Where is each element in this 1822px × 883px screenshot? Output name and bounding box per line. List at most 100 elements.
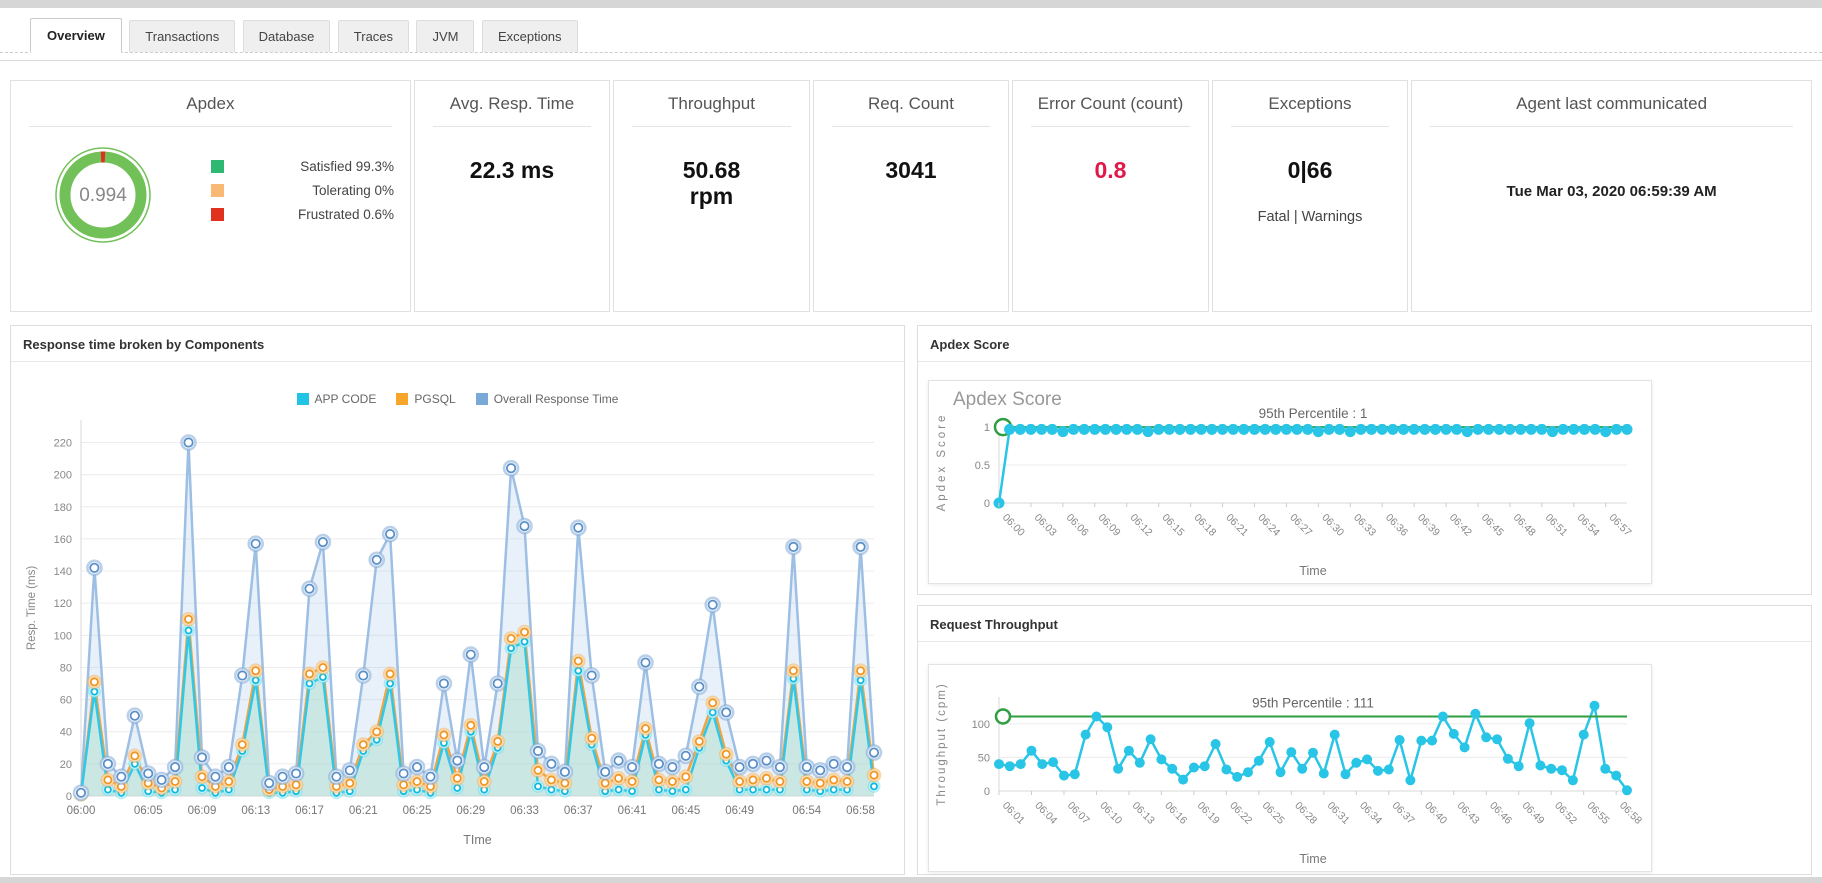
svg-text:100: 100 bbox=[972, 719, 990, 731]
svg-text:06:12: 06:12 bbox=[1128, 512, 1155, 539]
svg-text:06:34: 06:34 bbox=[1357, 800, 1384, 827]
kpi-title: Error Count (count) bbox=[1037, 94, 1184, 113]
pgsql-swatch bbox=[396, 393, 409, 405]
tolerating-label: Tolerating 0% bbox=[312, 183, 394, 198]
svg-text:200: 200 bbox=[54, 470, 72, 482]
throughput-unit: rpm bbox=[689, 183, 734, 210]
svg-text:TIme: TIme bbox=[463, 833, 492, 847]
satisfied-label: Satisfied 99.3% bbox=[300, 159, 394, 174]
tab-overview[interactable]: Overview bbox=[30, 18, 122, 53]
svg-text:06:41: 06:41 bbox=[618, 805, 647, 817]
svg-text:06:51: 06:51 bbox=[1543, 512, 1570, 539]
svg-text:40: 40 bbox=[60, 727, 72, 739]
svg-text:06:10: 06:10 bbox=[1097, 800, 1124, 827]
bottom-strip bbox=[0, 877, 1822, 883]
svg-text:06:45: 06:45 bbox=[1479, 512, 1506, 539]
tab-bar: Overview Transactions Database Traces JV… bbox=[0, 8, 1822, 53]
svg-text:1: 1 bbox=[984, 422, 990, 434]
components-panel: Response time broken by Components APP C… bbox=[10, 325, 905, 875]
svg-text:160: 160 bbox=[54, 534, 72, 546]
legend-row-satisfied: Satisfied 99.3% bbox=[211, 159, 394, 174]
svg-text:Resp. Time (ms): Resp. Time (ms) bbox=[26, 566, 38, 651]
svg-text:06:03: 06:03 bbox=[1032, 512, 1059, 539]
svg-text:06:55: 06:55 bbox=[1585, 800, 1612, 827]
svg-text:0: 0 bbox=[66, 791, 72, 803]
svg-text:06:07: 06:07 bbox=[1065, 800, 1092, 827]
kpi-card-exceptions: Exceptions 0|66 Fatal | Warnings bbox=[1211, 80, 1409, 312]
svg-text:50: 50 bbox=[978, 752, 990, 764]
kpi-card-agent-last-communicated: Agent last communicated Tue Mar 03, 2020… bbox=[1411, 80, 1812, 312]
exceptions-value: 0|66 bbox=[1287, 157, 1333, 183]
overall-label: Overall Response Time bbox=[493, 392, 619, 406]
avg-resp-value: 22.3 ms bbox=[469, 157, 555, 183]
apdex-score-chart[interactable]: 00.5195th Percentile : 106:00 06:03 06:06 0… bbox=[929, 381, 1653, 583]
tab-jvm[interactable]: JVM bbox=[416, 20, 475, 52]
apm-dashboard: Overview Transactions Database Traces JV… bbox=[0, 0, 1822, 883]
right-column: Apdex Score Apdex Score 0 0.5 1 95th Percen… bbox=[917, 325, 1812, 875]
svg-text:180: 180 bbox=[54, 502, 72, 514]
apdex-donut: 0.994 bbox=[55, 147, 151, 243]
legend-row-frustrated: Frustrated 0.6% bbox=[211, 207, 394, 222]
svg-text:06:06: 06:06 bbox=[1064, 512, 1091, 539]
tab-divider bbox=[0, 60, 1822, 61]
svg-text:06:39: 06:39 bbox=[1415, 512, 1442, 539]
tab-traces[interactable]: Traces bbox=[337, 20, 410, 52]
request-throughput-chart[interactable]: 05010095th Percentile : 11106:01 06:04 06:… bbox=[929, 665, 1653, 871]
svg-text:06:40: 06:40 bbox=[1422, 800, 1449, 827]
svg-text:06:13: 06:13 bbox=[241, 805, 270, 817]
tab-database[interactable]: Database bbox=[242, 20, 331, 52]
legend-item-app-code[interactable]: APP CODE bbox=[296, 392, 377, 406]
pgsql-label: PGSQL bbox=[414, 392, 456, 406]
main-row: Response time broken by Components APP C… bbox=[10, 325, 1812, 875]
svg-text:06:29: 06:29 bbox=[456, 805, 485, 817]
kpi-card-avg-resp-time: Avg. Resp. Time 22.3 ms bbox=[413, 80, 611, 312]
kpi-card-throughput: Throughput 50.68 rpm bbox=[613, 80, 810, 312]
request-throughput-chart-box: 0 50 100 95th Percentile : 111 06:01 06:04 06:… bbox=[928, 664, 1652, 872]
svg-text:220: 220 bbox=[54, 437, 72, 449]
svg-text:06:21: 06:21 bbox=[349, 805, 378, 817]
svg-text:06:00: 06:00 bbox=[67, 805, 96, 817]
svg-text:06:54: 06:54 bbox=[1575, 512, 1602, 539]
svg-text:06:17: 06:17 bbox=[295, 805, 324, 817]
svg-text:120: 120 bbox=[54, 598, 72, 610]
svg-text:06:21: 06:21 bbox=[1223, 512, 1250, 539]
svg-text:06:28: 06:28 bbox=[1292, 800, 1319, 827]
kpi-row: Apdex 0.994 Satisfied 99.3% Tolerating 0… bbox=[10, 80, 1812, 312]
svg-text:06:30: 06:30 bbox=[1319, 512, 1346, 539]
app-code-label: APP CODE bbox=[314, 392, 377, 406]
svg-text:140: 140 bbox=[54, 566, 72, 578]
svg-text:Throughput (cpm): Throughput (cpm) bbox=[936, 682, 948, 805]
tab-transactions[interactable]: Transactions bbox=[129, 20, 236, 52]
svg-text:06:49: 06:49 bbox=[1520, 800, 1547, 827]
components-chart[interactable]: 0 20 40 60 80 100 120 140 160 180 200 220 06:00 06:05… bbox=[19, 412, 894, 852]
throughput-value: 50.68 rpm bbox=[614, 157, 809, 210]
svg-text:06:22: 06:22 bbox=[1227, 800, 1254, 827]
components-panel-title: Response time broken by Components bbox=[11, 326, 904, 362]
svg-text:06:18: 06:18 bbox=[1191, 512, 1218, 539]
apdex-score-panel: Apdex Score Apdex Score 0 0.5 1 95th Percen… bbox=[917, 325, 1812, 595]
kpi-title: Throughput bbox=[668, 94, 755, 113]
svg-text:06:58: 06:58 bbox=[846, 805, 875, 817]
svg-text:Apdex Score: Apdex Score bbox=[936, 413, 948, 512]
apdex-legend: Satisfied 99.3% Tolerating 0% Frustrated… bbox=[211, 159, 394, 231]
svg-text:06:16: 06:16 bbox=[1162, 800, 1189, 827]
svg-text:06:13: 06:13 bbox=[1130, 800, 1157, 827]
kpi-card-req-count: Req. Count 3041 bbox=[812, 80, 1010, 312]
svg-text:06:27: 06:27 bbox=[1287, 512, 1314, 539]
kpi-title: Req. Count bbox=[867, 94, 954, 113]
tab-exceptions[interactable]: Exceptions bbox=[481, 20, 578, 52]
legend-item-pgsql[interactable]: PGSQL bbox=[396, 392, 456, 406]
components-chart-legend: APP CODE PGSQL Overall Response Time bbox=[11, 362, 904, 412]
satisfied-swatch bbox=[211, 160, 224, 173]
legend-item-overall[interactable]: Overall Response Time bbox=[475, 392, 619, 406]
svg-text:0.5: 0.5 bbox=[975, 460, 990, 472]
svg-text:80: 80 bbox=[60, 662, 72, 674]
svg-text:60: 60 bbox=[60, 695, 72, 707]
svg-text:06:09: 06:09 bbox=[1096, 512, 1123, 539]
svg-text:06:09: 06:09 bbox=[188, 805, 217, 817]
svg-text:06:25: 06:25 bbox=[403, 805, 432, 817]
svg-text:06:58: 06:58 bbox=[1617, 800, 1644, 827]
svg-text:06:04: 06:04 bbox=[1032, 800, 1059, 827]
svg-text:06:19: 06:19 bbox=[1195, 800, 1222, 827]
svg-text:06:31: 06:31 bbox=[1325, 800, 1352, 827]
